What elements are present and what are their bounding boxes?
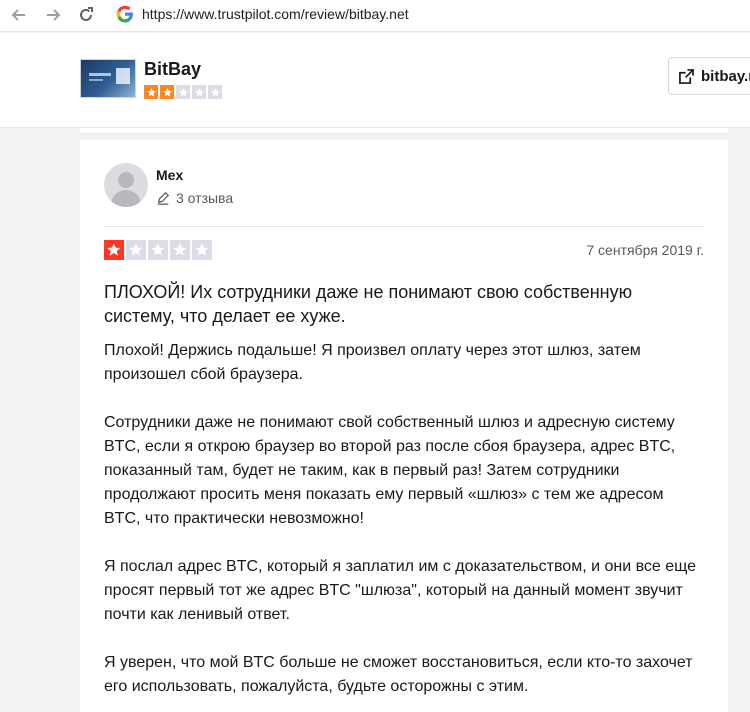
star-empty-icon xyxy=(192,85,206,99)
review-paragraph: Сотрудники даже не понимают свой собстве… xyxy=(104,414,676,527)
google-g-icon xyxy=(116,5,133,23)
review-card: Mex 3 отзыва 7 сентября 2019 г. ПЛОХОЙ! … xyxy=(80,140,728,712)
star-filled-icon xyxy=(104,240,124,260)
review-paragraph: Я уверен, что мой BTC больше не сможет в… xyxy=(104,654,693,695)
star-empty-icon xyxy=(170,240,190,260)
review-date: 7 сентября 2019 г. xyxy=(586,242,704,258)
review-body: Плохой! Держись подальше! Я произвел опл… xyxy=(104,339,704,712)
star-filled-icon xyxy=(160,85,174,99)
star-empty-icon xyxy=(192,240,212,260)
review-paragraph: Я послал адрес BTC, который я заплатил и… xyxy=(104,558,697,623)
star-empty-icon xyxy=(208,85,222,99)
visit-website-button[interactable]: bitbay.n xyxy=(668,57,750,95)
star-empty-icon xyxy=(126,240,146,260)
browser-toolbar: https://www.trustpilot.com/review/bitbay… xyxy=(0,0,750,32)
forward-arrow-icon xyxy=(47,9,61,21)
address-bar[interactable]: https://www.trustpilot.com/review/bitbay… xyxy=(106,0,750,30)
url-text: https://www.trustpilot.com/review/bitbay… xyxy=(142,6,409,22)
reload-button[interactable] xyxy=(75,4,97,26)
reviewer-review-count[interactable]: 3 отзыва xyxy=(156,190,233,206)
company-name[interactable]: BitBay xyxy=(144,59,201,80)
review-rating-stars xyxy=(104,240,212,260)
review-count-label: 3 отзыва xyxy=(176,190,234,206)
company-logo[interactable] xyxy=(80,59,136,98)
star-empty-icon xyxy=(148,240,168,260)
pencil-icon xyxy=(157,191,170,205)
star-empty-icon xyxy=(176,85,190,99)
review-paragraph: Плохой! Держись подальше! Я произвел опл… xyxy=(104,342,641,383)
avatar[interactable] xyxy=(104,163,148,207)
external-link-icon xyxy=(679,68,694,84)
website-label: bitbay.n xyxy=(701,67,750,85)
star-filled-icon xyxy=(144,85,158,99)
review-title[interactable]: ПЛОХОЙ! Их сотрудники даже не понимают с… xyxy=(104,280,704,328)
back-button[interactable] xyxy=(8,4,30,26)
reload-icon xyxy=(80,7,93,21)
divider xyxy=(104,226,704,227)
reviewer-name[interactable]: Mex xyxy=(156,167,183,183)
forward-button[interactable] xyxy=(42,4,64,26)
company-header: BitBay bitbay.n xyxy=(0,33,750,128)
company-rating-stars xyxy=(144,85,222,99)
back-arrow-icon xyxy=(11,9,25,21)
previous-card-edge xyxy=(80,128,728,134)
